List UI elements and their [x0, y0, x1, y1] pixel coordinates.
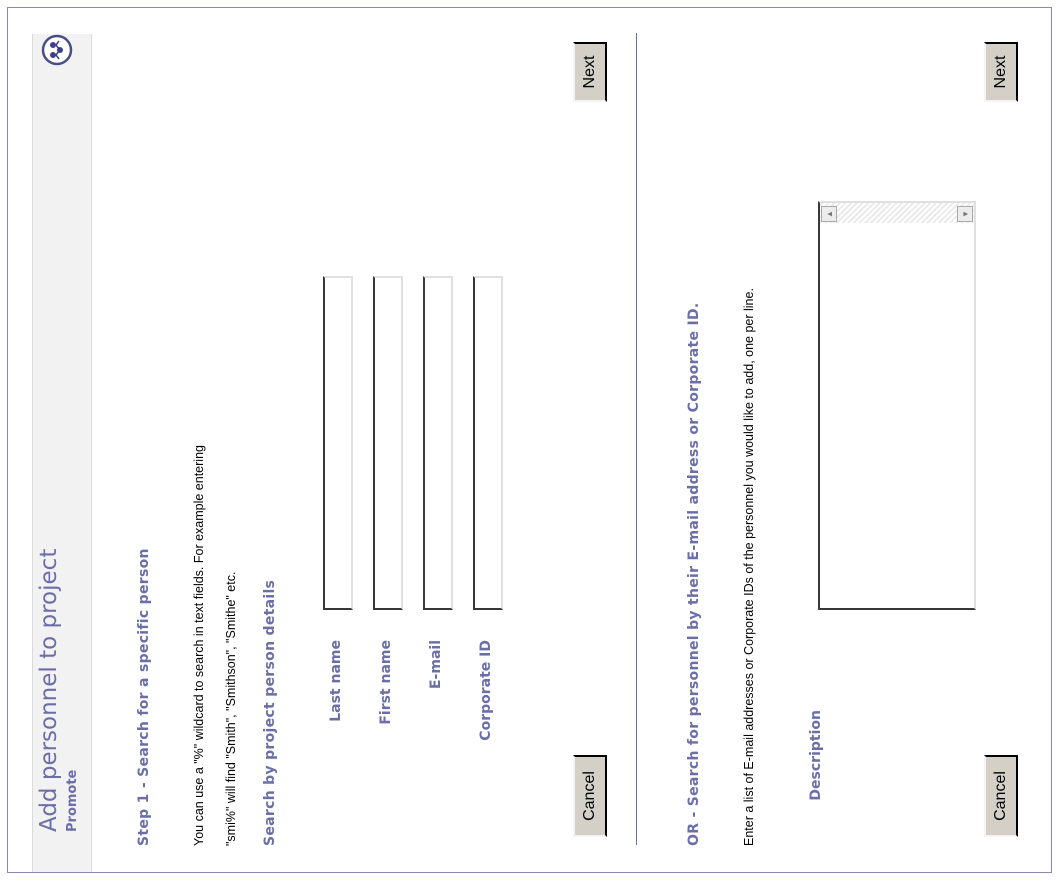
- header-bar: Add personnel to project Promote: [32, 34, 92, 872]
- first-name-label: First name: [378, 640, 394, 725]
- first-name-input[interactable]: [373, 276, 403, 610]
- last-name-label: Last name: [328, 640, 344, 722]
- rotated-content: Add personnel to project Promote Step 1 …: [8, 8, 1051, 872]
- corporate-id-label: Corporate ID: [478, 640, 494, 741]
- email-input[interactable]: [423, 276, 453, 610]
- step1-help-line2: "smi%" will find "Smith", "Smithson", "S…: [224, 571, 238, 846]
- textarea-scrollbar[interactable]: ▲ ▼: [820, 203, 974, 223]
- description-textarea[interactable]: [820, 224, 974, 608]
- page-subtitle: Promote: [65, 769, 80, 832]
- step1-help-line1: You can use a "%" wildcard to search in …: [192, 445, 206, 846]
- description-label: Description: [808, 710, 824, 801]
- people-logo-icon: [41, 34, 73, 66]
- section-divider: [636, 33, 637, 845]
- search-subheading: Search by project person details: [262, 579, 278, 846]
- step1-title: Step 1 - Search for a specific person: [136, 548, 152, 846]
- scroll-down-arrow-icon[interactable]: ▼: [957, 206, 973, 222]
- cancel-button-2[interactable]: Cancel: [984, 755, 1018, 837]
- last-name-input[interactable]: [323, 276, 353, 610]
- corporate-id-input[interactable]: [473, 276, 503, 610]
- page-title: Add personnel to project: [36, 548, 62, 832]
- dialog-frame: Add personnel to project Promote Step 1 …: [7, 7, 1052, 873]
- description-textarea-frame: ▲ ▼: [818, 201, 976, 610]
- step2-title: OR - Search for personnel by their E-mai…: [686, 302, 702, 846]
- cancel-button[interactable]: Cancel: [573, 755, 607, 837]
- scroll-up-arrow-icon[interactable]: ▲: [821, 206, 837, 222]
- step2-help: Enter a list of E-mail addresses or Corp…: [742, 288, 756, 846]
- next-button-2[interactable]: Next: [984, 42, 1018, 102]
- next-button[interactable]: Next: [573, 42, 607, 102]
- email-label: E-mail: [428, 640, 444, 690]
